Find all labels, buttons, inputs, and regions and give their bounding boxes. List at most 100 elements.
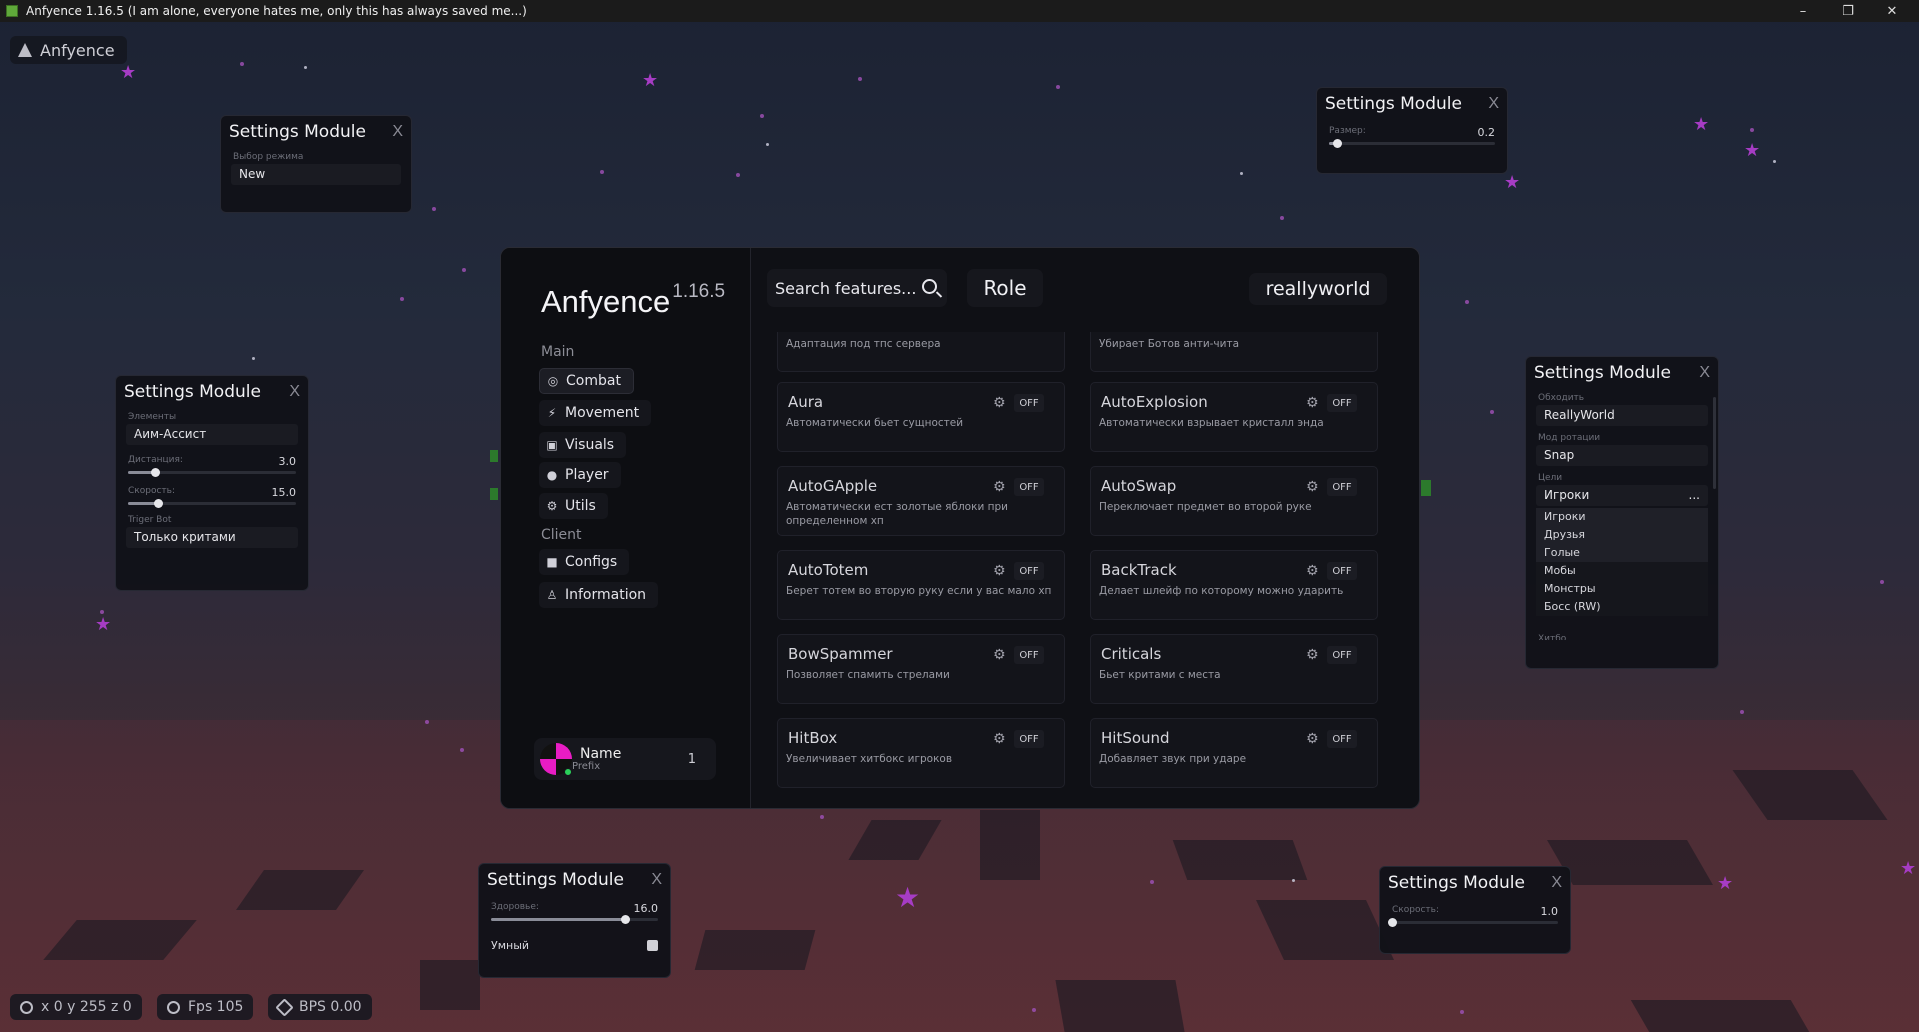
- speed-slider[interactable]: [1388, 918, 1558, 927]
- close-settings-button[interactable]: X: [651, 871, 662, 889]
- health-slider[interactable]: [491, 915, 658, 924]
- gear-icon[interactable]: ⚙: [1306, 395, 1319, 411]
- role-button[interactable]: Role: [967, 269, 1043, 307]
- gear-icon[interactable]: ⚙: [1306, 731, 1319, 747]
- settings-window-header[interactable]: Settings Module X: [1380, 867, 1570, 899]
- module-card-autoswap[interactable]: AutoSwap ⚙ OFF Переключает предмет во вт…: [1090, 466, 1378, 536]
- section-client-label: Client: [541, 527, 582, 543]
- module-card-hitsound[interactable]: HitSound ⚙ OFF Добавляет звук при ударе: [1090, 718, 1378, 788]
- minimize-button[interactable]: –: [1781, 0, 1825, 22]
- target-option-monsters[interactable]: Монстры: [1536, 580, 1708, 598]
- search-icon[interactable]: [922, 279, 937, 294]
- module-card-autoexplosion[interactable]: AutoExplosion ⚙ OFF Автоматически взрыва…: [1090, 382, 1378, 452]
- sidebar-item-label: Movement: [565, 405, 640, 421]
- settings-window-header[interactable]: Settings Module X: [116, 376, 308, 408]
- maximize-button[interactable]: ❐: [1826, 0, 1870, 22]
- module-toggle[interactable]: OFF: [1327, 394, 1357, 412]
- close-window-button[interactable]: ✕: [1870, 0, 1914, 22]
- settings-window-speed[interactable]: Settings Module X Скорость: 1.0: [1379, 866, 1571, 954]
- speed-slider[interactable]: [128, 499, 296, 508]
- slider-knob[interactable]: [1333, 139, 1343, 148]
- elements-select[interactable]: Аим-Ассист: [126, 424, 298, 445]
- module-toggle[interactable]: OFF: [1014, 394, 1044, 412]
- close-settings-button[interactable]: X: [1551, 874, 1562, 892]
- module-card-partial-right[interactable]: Убирает Ботов анти-чита: [1090, 332, 1378, 372]
- module-toggle[interactable]: OFF: [1014, 730, 1044, 748]
- module-card-aura[interactable]: Aura ⚙ OFF Автоматически бьет сущностей: [777, 382, 1065, 452]
- settings-window-size[interactable]: Settings Module X Размер: 0.2: [1316, 87, 1508, 174]
- module-toggle[interactable]: OFF: [1014, 646, 1044, 664]
- size-slider[interactable]: [1329, 139, 1495, 148]
- settings-window-aim-assist[interactable]: Settings Module X Элементы Аим-Ассист Ди…: [115, 375, 309, 591]
- targets-multiselect[interactable]: Игроки ...: [1536, 485, 1708, 506]
- module-toggle[interactable]: OFF: [1327, 730, 1357, 748]
- close-settings-button[interactable]: X: [1699, 364, 1710, 382]
- settings-window-header[interactable]: Settings Module X: [221, 116, 411, 148]
- gear-icon[interactable]: ⚙: [993, 563, 1006, 579]
- module-card-bowspammer[interactable]: BowSpammer ⚙ OFF Позволяет спамить стрел…: [777, 634, 1065, 704]
- settings-window-aura[interactable]: Settings Module X Обходить ReallyWorld М…: [1525, 356, 1719, 669]
- close-settings-button[interactable]: X: [392, 123, 403, 141]
- module-card-backtrack[interactable]: BackTrack ⚙ OFF Делает шлейф по которому…: [1090, 550, 1378, 620]
- gear-icon[interactable]: ⚙: [993, 731, 1006, 747]
- target-option-players[interactable]: Игроки: [1536, 508, 1708, 526]
- slider-knob[interactable]: [620, 915, 630, 924]
- module-toggle[interactable]: OFF: [1327, 646, 1357, 664]
- sidebar-item-visuals[interactable]: ▣ Visuals: [539, 432, 627, 458]
- sidebar-item-configs[interactable]: ■ Configs: [539, 549, 630, 575]
- settings-window-header[interactable]: Settings Module X: [479, 864, 670, 896]
- module-toggle[interactable]: OFF: [1327, 562, 1357, 580]
- target-option-mobs[interactable]: Мобы: [1536, 562, 1708, 580]
- user-profile[interactable]: Name Prefix 1: [534, 738, 716, 780]
- module-desc: Бьет критами с места: [1099, 669, 1221, 681]
- module-card-hitbox[interactable]: HitBox ⚙ OFF Увеличивает хитбокс игроков: [777, 718, 1065, 788]
- module-toggle[interactable]: OFF: [1014, 478, 1044, 496]
- server-button[interactable]: reallyworld: [1249, 273, 1387, 305]
- more-icon[interactable]: ...: [1689, 488, 1700, 503]
- module-toggle[interactable]: OFF: [1014, 562, 1044, 580]
- settings-window-header[interactable]: Settings Module X: [1526, 357, 1718, 389]
- target-option-friends[interactable]: Друзья: [1536, 526, 1708, 544]
- sidebar-item-player[interactable]: ● Player: [539, 462, 621, 488]
- slider-knob[interactable]: [154, 499, 164, 508]
- gear-icon[interactable]: ⚙: [993, 479, 1006, 495]
- search-input[interactable]: Search features...: [767, 269, 947, 307]
- sidebar-item-movement[interactable]: ⚡ Movement: [539, 400, 652, 426]
- sidebar-item-information[interactable]: ♙ Information: [539, 582, 659, 608]
- module-name: AutoTotem: [788, 561, 869, 579]
- slider-knob[interactable]: [150, 468, 160, 477]
- gear-icon[interactable]: ⚙: [1306, 647, 1319, 663]
- client-watermark: Anfyence: [10, 36, 127, 64]
- distance-slider[interactable]: [128, 468, 296, 477]
- module-card-autogapple[interactable]: AutoGApple ⚙ OFF Автоматически ест золот…: [777, 466, 1065, 536]
- settings-window-header[interactable]: Settings Module X: [1317, 88, 1507, 120]
- sidebar-item-utils[interactable]: ⚙ Utils: [539, 493, 608, 519]
- sidebar-item-combat[interactable]: ◎ Combat: [539, 368, 634, 394]
- module-card-autototem[interactable]: AutoTotem ⚙ OFF Берет тотем во вторую ру…: [777, 550, 1065, 620]
- health-slider-row: Здоровье: 16.0: [479, 902, 670, 915]
- bypass-select[interactable]: ReallyWorld: [1536, 405, 1708, 426]
- slider-knob[interactable]: [1388, 918, 1397, 927]
- gear-icon[interactable]: ⚙: [1306, 563, 1319, 579]
- window-title: Anfyence 1.16.5 (I am alone, everyone ha…: [26, 4, 527, 18]
- mode-select[interactable]: New: [231, 164, 401, 185]
- hitbox-label-cut: Хитбо: [1538, 634, 1567, 640]
- speed-label: Скорость:: [128, 486, 175, 496]
- module-card-partial-left[interactable]: Адаптация под тпс сервера: [777, 332, 1065, 372]
- smart-checkbox[interactable]: [647, 940, 658, 951]
- trigger-bot-select[interactable]: Только критами: [126, 527, 298, 548]
- rotation-select[interactable]: Snap: [1536, 445, 1708, 466]
- settings-window-mode[interactable]: Settings Module X Выбор режима New: [220, 115, 412, 213]
- settings-window-title: Settings Module: [229, 122, 366, 142]
- gear-icon[interactable]: ⚙: [1306, 479, 1319, 495]
- module-toggle[interactable]: OFF: [1327, 478, 1357, 496]
- scrollbar[interactable]: [1713, 397, 1716, 489]
- close-settings-button[interactable]: X: [1488, 95, 1499, 113]
- gear-icon[interactable]: ⚙: [993, 647, 1006, 663]
- settings-window-health[interactable]: Settings Module X Здоровье: 16.0 Умный: [478, 863, 671, 978]
- target-option-naked[interactable]: Голые: [1536, 544, 1708, 562]
- close-settings-button[interactable]: X: [289, 383, 300, 401]
- module-card-criticals[interactable]: Criticals ⚙ OFF Бьет критами с места: [1090, 634, 1378, 704]
- gear-icon[interactable]: ⚙: [993, 395, 1006, 411]
- target-option-boss[interactable]: Босс (RW): [1536, 598, 1708, 616]
